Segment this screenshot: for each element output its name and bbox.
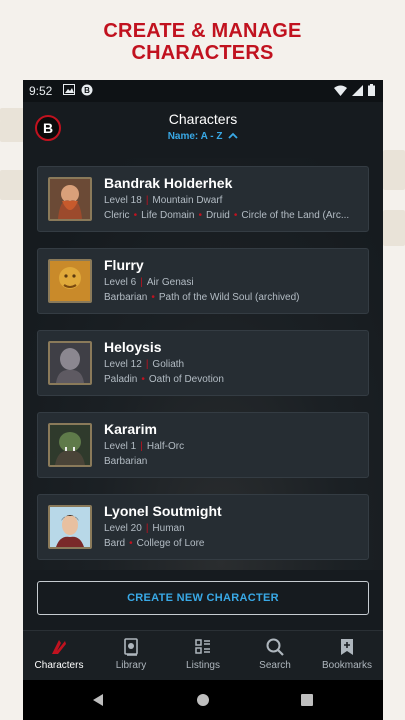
character-level: Level 6 (104, 277, 137, 288)
character-level: Level 12 (104, 359, 142, 370)
bookmarks-icon (341, 639, 353, 655)
character-race: Air Genasi (146, 277, 194, 288)
battery-icon (368, 84, 375, 96)
character-race: Goliath (152, 359, 185, 370)
class-segment: Cleric (104, 210, 130, 221)
character-name: Bandrak Holderhek (104, 175, 233, 191)
bullet-separator: • (151, 292, 155, 303)
class-segment: Bard (104, 538, 126, 549)
character-classes: Paladin • Oath of Devotion (104, 374, 224, 385)
character-level: Level 20 (104, 523, 142, 534)
nav-search[interactable]: Search (239, 637, 311, 671)
nav-label: Library (115, 660, 147, 671)
create-new-character-button[interactable]: CREATE NEW CHARACTER (37, 581, 369, 615)
character-race: Mountain Dwarf (152, 195, 223, 206)
chevron-up-icon (228, 132, 238, 139)
create-bar: CREATE NEW CHARACTER (23, 570, 383, 630)
home-icon[interactable] (196, 693, 210, 707)
nav-label: Listings (186, 660, 220, 671)
character-level: Level 18 (104, 195, 142, 206)
page-title: Characters (168, 111, 238, 127)
nav-listings[interactable]: Listings (167, 637, 239, 671)
class-segment: Path of the Wild Soul (archived) (158, 292, 300, 303)
character-avatar (48, 177, 92, 221)
character-card[interactable]: Flurry Level 6 | Air Genasi Barbarian • Path… (37, 248, 369, 314)
bullet-separator: • (233, 210, 238, 221)
listings-icon (195, 639, 210, 654)
bullet-separator: • (198, 210, 202, 221)
gallery-icon (63, 84, 75, 95)
character-card[interactable]: Lyonel Soutmight Level 20 | Human Bard • Col… (37, 494, 369, 560)
character-avatar (48, 505, 92, 549)
class-segment: Barbarian (104, 456, 148, 467)
class-segment: Barbarian (104, 292, 148, 303)
character-classes: Barbarian (104, 456, 147, 467)
svg-text:B: B (84, 86, 90, 95)
promo-title-line1: CREATE & MANAGE (103, 20, 302, 42)
status-bar: 9:52 B (23, 80, 383, 102)
bullet-separator: • (141, 374, 145, 385)
character-race: Half-Orc (146, 441, 185, 452)
nav-library[interactable]: Library (95, 637, 167, 671)
nav-bookmarks[interactable]: Bookmarks (311, 637, 383, 671)
character-card[interactable]: Bandrak Holderhek Level 18 | Mountain Dwar… (37, 166, 369, 232)
search-icon (266, 638, 284, 656)
class-segment: College of Lore (136, 538, 205, 549)
promo-header: CREATE & MANAGE CHARACTERS (0, 0, 405, 122)
app-bar: B Characters Name: A - Z (23, 102, 383, 158)
character-classes: Bard • College of Lore (104, 538, 204, 549)
character-race: Human (152, 523, 185, 534)
bullet-separator: • (133, 210, 138, 221)
bullet-separator: • (129, 538, 133, 549)
status-time: 9:52 (29, 84, 53, 98)
sort-selector[interactable]: Name: A - Z (23, 131, 383, 142)
sort-label: Name: A - Z (167, 131, 223, 142)
character-classes: Barbarian • Path of the Wild Soul (archive… (104, 292, 300, 303)
character-level: Level 1 (104, 441, 137, 452)
character-avatar (48, 423, 92, 467)
android-nav-bar (23, 680, 383, 720)
promo-title-line2: CHARACTERS (131, 42, 274, 64)
character-card[interactable]: Heloysis Level 12 | Goliath Paladin • Oath o… (37, 330, 369, 396)
phone-screen: 9:52 B B Characters Name: A - Z Bandrak … (23, 80, 383, 720)
character-classes: Cleric • Life Domain • Druid • Circle of the L… (104, 210, 349, 221)
nav-label: Search (259, 660, 291, 671)
class-segment: Circle of the Land (Arc... (241, 210, 350, 221)
character-name: Heloysis (104, 339, 162, 355)
recents-icon[interactable] (300, 693, 314, 707)
characters-icon (52, 640, 66, 654)
character-list: Bandrak Holderhek Level 18 | Mountain Dwar… (23, 158, 383, 630)
class-segment: Druid (205, 210, 230, 221)
library-icon (124, 638, 138, 656)
character-name: Lyonel Soutmight (104, 503, 222, 519)
nav-characters[interactable]: Characters (23, 637, 95, 671)
character-avatar (48, 259, 92, 303)
character-name: Flurry (104, 257, 144, 273)
promo-title: CREATE & MANAGE CHARACTERS (0, 20, 405, 64)
back-icon[interactable] (91, 693, 105, 707)
app-notification-icon: B (81, 84, 93, 96)
character-card[interactable]: Kararim Level 1 | Half-Orc Barbarian (37, 412, 369, 478)
signal-icon (352, 84, 363, 96)
nav-label: Bookmarks (321, 660, 372, 671)
wifi-icon (334, 85, 347, 96)
class-segment: Life Domain (141, 210, 195, 221)
class-segment: Paladin (104, 374, 138, 385)
character-avatar (48, 341, 92, 385)
character-name: Kararim (104, 421, 157, 437)
class-segment: Oath of Devotion (148, 374, 224, 385)
nav-label: Characters (34, 660, 84, 671)
bottom-nav: Characters Library Listings Search Bookm… (23, 630, 383, 681)
